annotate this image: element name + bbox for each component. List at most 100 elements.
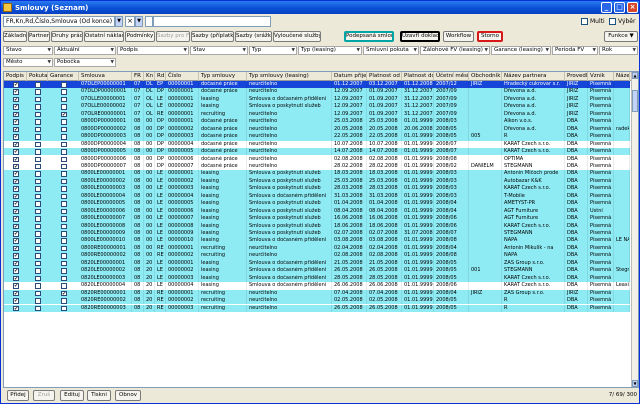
column-header-ucetni-mesic[interactable]: Účetní měsíc [435,72,469,81]
garance-checkbox[interactable] [61,141,67,148]
pokuta-checkbox[interactable] [35,119,41,125]
garance-checkbox[interactable] [61,208,67,215]
table-row[interactable]: ✔ 0800DP00000006 08 00 DP 00000006 dočasné prá… [4,155,630,163]
garance-checkbox[interactable] [61,275,67,282]
garance-checkbox[interactable]: ✔ [61,111,67,118]
garance-checkbox[interactable] [61,238,67,244]
podpis-checkbox[interactable]: ✔ [13,231,19,237]
table-row[interactable]: ✔ 0800LE00000008 08 00 LE 00000008 leasing Smlo… [4,222,630,230]
table-row[interactable]: ✔ 0820RE00000003 08 20 RE 00000003 recruiting n… [4,304,630,312]
garance-checkbox[interactable] [61,163,67,170]
podpis-checkbox[interactable]: ✔ [13,216,19,222]
podpis-checkbox[interactable]: ✔ [13,298,19,304]
pokuta-checkbox[interactable] [35,141,41,148]
pokuta-checkbox[interactable] [35,253,41,259]
pokuta-checkbox[interactable] [35,134,41,140]
zakladni-button[interactable]: Základní [3,31,27,42]
column-header-kn[interactable]: Kn [145,72,155,81]
podpis-checkbox[interactable]: ✔ [13,201,19,207]
sazby-pro-fv-button[interactable]: Sazby pro FV [156,31,190,42]
table-row[interactable]: ✔ 0800DP00000005 08 00 DP 00000005 dočasné prá… [4,148,630,156]
table-row[interactable]: ✔ 0820RE00000002 08 20 RE 00000002 recruiting n… [4,297,630,305]
garance-checkbox[interactable] [61,223,67,230]
close-icon[interactable]: × [627,2,638,13]
podpis-checkbox[interactable]: ✔ [13,126,19,133]
pokuta-checkbox[interactable] [35,260,41,267]
pokuta-checkbox[interactable] [35,268,41,274]
table-row[interactable]: ✔ 0800DP00000007 08 00 DP 00000007 dočasné prá… [4,162,630,171]
table-row[interactable]: ✔ 07DLEP00000001 07 DL EP 00000001 dočasné prá… [4,81,630,89]
pokuta-checkbox[interactable] [35,201,41,207]
table-row[interactable]: ✔ 0800LE00000003 08 00 LE 00000003 leasing Smlo… [4,185,630,193]
table-row[interactable]: ✔ 0800DP00000001 08 00 DP 00000001 dočasné prá… [4,118,630,126]
sazby-srazky-button[interactable]: Sazby (srážky) [235,31,272,42]
column-header-cislo[interactable]: Číslo [167,72,199,81]
podpis-checkbox[interactable]: ✔ [13,96,19,103]
podpis-checkbox[interactable]: ✔ [13,111,19,118]
podpis-checkbox[interactable]: ✔ [13,290,19,297]
podpis-checkbox[interactable]: ✔ [13,178,19,185]
column-header-platnost-do[interactable]: Platnost do [403,72,434,81]
clear-filter-button[interactable]: × [125,16,135,27]
filter-aktualni[interactable]: Aktuální ▼ [54,46,116,55]
podpis-checkbox[interactable]: ✔ [13,186,19,192]
podpis-checkbox[interactable]: ✔ [13,275,19,282]
filter-dropdown-icon[interactable]: ▼ [135,16,143,27]
garance-checkbox[interactable] [61,186,67,192]
vyloucene-sluzby-button[interactable]: Vyloučené služby [273,31,321,42]
podepsana-smlouva-button[interactable]: Podepsaná smlouva [344,31,394,42]
filter-smluvni-pokuta[interactable]: Smluvní pokuta ▼ [363,46,419,55]
scroll-down-icon[interactable]: ▼ [632,380,638,387]
table-row[interactable]: ✔ 0820LE00000002 08 20 LE 00000002 leasing Smlo… [4,267,630,275]
column-header-fr[interactable]: FR [133,72,144,81]
pokuta-checkbox[interactable] [35,216,41,222]
storno-button[interactable]: Storno [477,31,503,42]
filter-stavo[interactable]: Stavo ▼ [3,46,53,55]
table-row[interactable]: ✔ 0800LE00000006 08 00 LE 00000006 leasing Smlo… [4,207,630,216]
scroll-up-icon[interactable]: ▲ [632,72,638,79]
garance-checkbox[interactable] [61,134,67,140]
partner-button[interactable]: Partner [28,31,50,42]
podpis-checkbox[interactable]: ✔ [13,119,19,125]
table-row[interactable]: ✔ 0820LE00000003 08 20 LE 00000003 leasing Smlo… [4,274,630,283]
podpis-checkbox[interactable]: ✔ [13,163,19,170]
pokuta-checkbox[interactable] [35,156,41,162]
podpis-checkbox[interactable]: ✔ [13,223,19,230]
filter-mesto[interactable]: Město ▼ [3,58,53,67]
table-row[interactable]: ✔ 0800RE00000002 08 00 RE 00000002 recruiting n… [4,252,630,260]
pokuta-checkbox[interactable] [35,149,41,155]
obnov-button[interactable]: Obnov [115,390,141,401]
garance-checkbox[interactable] [61,245,67,252]
pokuta-checkbox[interactable] [35,275,41,282]
pokuta-checkbox[interactable] [35,178,41,185]
table-row[interactable]: ✔ 0820LE00000004 08 20 LE 00000004 leasing Smlo… [4,282,630,290]
podpis-checkbox[interactable]: ✔ [13,134,19,140]
podpis-checkbox[interactable]: ✔ [13,253,19,259]
ostatni-naklady-button[interactable]: Ostatní náklady [84,31,124,42]
column-header-typ-smlouvy[interactable]: Typ smlouvy [200,72,247,81]
table-row[interactable]: ✔ 0800DP00000003 08 00 DP 00000003 dočasné prá… [4,133,630,141]
pokuta-checkbox[interactable] [35,163,41,170]
pokuta-checkbox[interactable] [35,82,41,88]
pokuta-checkbox[interactable] [35,208,41,215]
column-header-provedl[interactable]: Provedl [566,72,588,81]
pokuta-checkbox[interactable] [35,193,41,200]
vyber-checkbox[interactable] [609,18,616,25]
podpis-checkbox[interactable]: ✔ [13,171,19,177]
funkce-button[interactable]: Funkce ▼ [604,31,638,42]
column-header-pokuta[interactable]: Pokuta [28,72,48,81]
filter-perioda-fv[interactable]: Perioda FV ▼ [552,46,598,55]
filter-typ-leasing[interactable]: Typ (leasing) ▼ [298,46,362,55]
column-header-podpis[interactable]: Podpis [5,72,27,81]
zrus-button[interactable]: Zruš [33,390,55,401]
pokuta-checkbox[interactable] [35,89,41,95]
garance-checkbox[interactable] [61,96,67,103]
pokuta-checkbox[interactable] [35,104,41,110]
minimize-icon[interactable]: _ [601,2,612,13]
table-row[interactable]: ✔ 0800RE00000001 08 00 RE 00000001 recruiting n… [4,244,630,253]
sort-filter-input[interactable]: FR,Kn,Rd,Číslo,Smlouva (Od konce) [3,16,115,27]
table-row[interactable]: ✔ 0800LE00000009 08 00 LE 00000009 leasing Smlo… [4,230,630,238]
garance-checkbox[interactable] [61,156,67,162]
pokuta-checkbox[interactable] [35,96,41,103]
pokuta-checkbox[interactable] [35,231,41,237]
